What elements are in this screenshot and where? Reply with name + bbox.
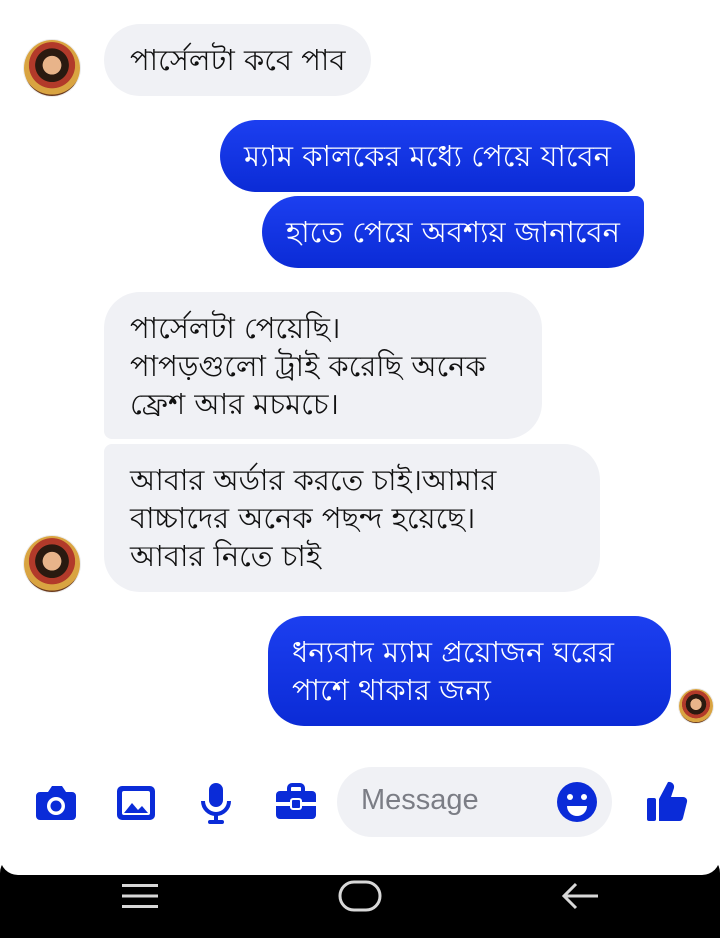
home-button[interactable] — [325, 868, 395, 924]
message-input[interactable]: Message — [337, 767, 612, 837]
briefcase-icon — [276, 783, 316, 819]
chat-thread: পার্সেলটা কবে পাব ম্যাম কালকের মধ্যে পেয… — [0, 0, 720, 760]
microphone-icon — [201, 783, 231, 824]
recent-apps-button[interactable] — [105, 868, 175, 924]
tools-button[interactable] — [273, 780, 319, 826]
gallery-button[interactable] — [113, 780, 159, 826]
voice-button[interactable] — [193, 780, 239, 826]
message-bubble-1[interactable]: পার্সেলটা কবে পাব — [104, 24, 372, 96]
message-placeholder: Message — [361, 784, 479, 816]
emoji-icon[interactable] — [555, 780, 599, 824]
message-bubble-3[interactable]: হাতে পেয়ে অবশ্যয় জানাবেন — [262, 196, 644, 268]
back-button[interactable] — [545, 868, 615, 924]
camera-icon — [36, 786, 76, 820]
message-bubble-4[interactable]: পার্সেলটা পেয়েছি। পাপড়গুলো ট্রাই করেছি… — [104, 292, 542, 439]
thumbs-up-icon — [647, 781, 688, 822]
camera-button[interactable] — [33, 780, 79, 826]
like-button[interactable] — [644, 778, 690, 824]
home-icon — [338, 880, 382, 912]
contact-avatar[interactable] — [24, 536, 80, 592]
message-bubble-2[interactable]: ম্যাম কালকের মধ্যে পেয়ে যাবেন — [220, 120, 635, 192]
contact-avatar[interactable] — [24, 40, 80, 96]
seen-receipt-avatar — [679, 689, 713, 723]
message-bubble-5[interactable]: আবার অর্ডার করতে চাই।আমার বাচ্চাদের অনেক… — [104, 444, 600, 592]
message-bubble-6[interactable]: ধন্যবাদ ম্যাম প্রয়োজন ঘরের পাশে থাকার জ… — [268, 616, 671, 726]
image-icon — [117, 786, 155, 820]
back-icon — [561, 882, 598, 910]
menu-icon — [122, 884, 158, 908]
